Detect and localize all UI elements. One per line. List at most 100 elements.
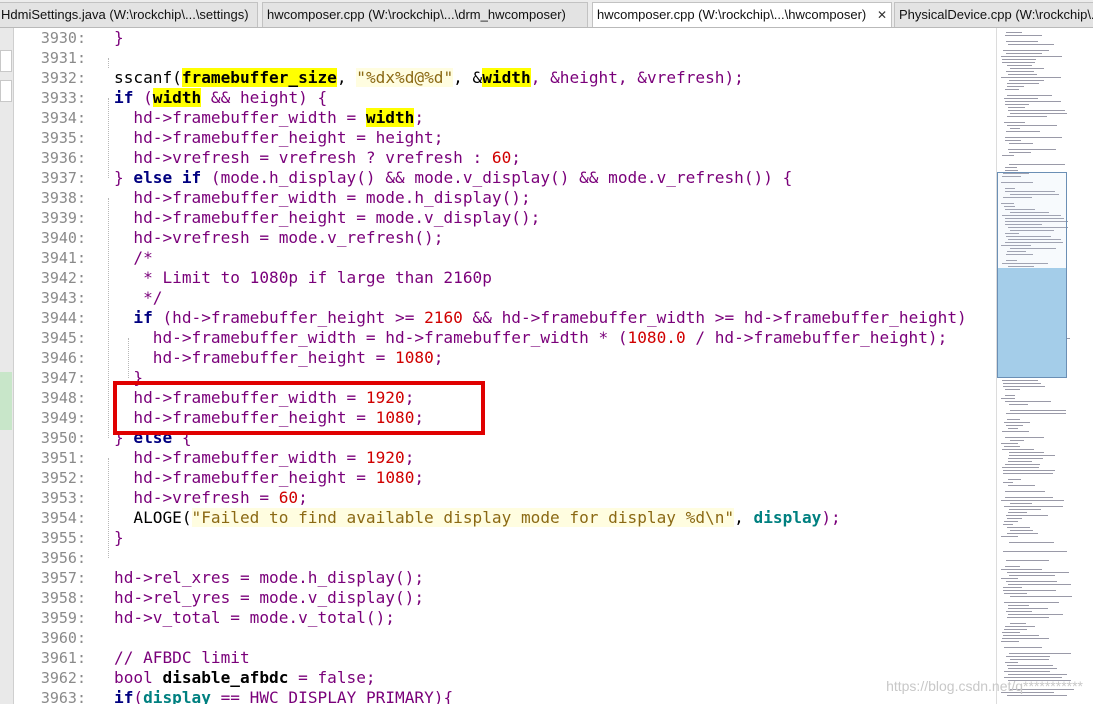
- minimap-line: [1010, 68, 1044, 69]
- code-token: == HWC_DISPLAY_PRIMARY){: [210, 688, 454, 704]
- code-token: hd->rel_yres = mode.v_display();: [114, 588, 425, 607]
- minimap-line: [1001, 500, 1064, 501]
- minimap-line: [1004, 521, 1018, 522]
- code-token: hd->rel_xres = mode.h_display();: [114, 568, 425, 587]
- minimap-line: [1008, 668, 1057, 669]
- minimap-line: [1004, 122, 1025, 123]
- code-token: 1080: [375, 468, 415, 487]
- close-icon[interactable]: ✕: [877, 3, 887, 27]
- minimap-line: [1010, 596, 1072, 597]
- minimap-line: [1005, 437, 1044, 438]
- minimap-line: [1006, 425, 1023, 426]
- minimap-line: [1009, 80, 1044, 81]
- minimap-line: [1005, 395, 1015, 396]
- minimap-line: [1008, 74, 1037, 75]
- minimap-viewport[interactable]: [997, 172, 1067, 378]
- minimap-line: [1008, 608, 1048, 609]
- line-number-gutter: 3930: 3931: 3932: 3933: 3934: 3935: 3936: 3937:…: [14, 28, 90, 707]
- code-token: ;: [433, 348, 444, 367]
- code-line: */: [114, 288, 162, 308]
- tab-physicaldevice-cpp[interactable]: PhysicalDevice.cpp (W:\rockchip\...: [894, 2, 1093, 27]
- minimap-line: [1009, 164, 1065, 165]
- left-margin-strip: [0, 28, 14, 704]
- minimap-line: [1007, 125, 1057, 126]
- line-number: 3943:: [40, 289, 86, 307]
- minimap-line: [1004, 602, 1059, 603]
- minimap-line: [1005, 497, 1053, 498]
- tab-hdmisettings-java[interactable]: HdmiSettings.java (W:\rockchip\...\setti…: [0, 2, 258, 27]
- code-token: "Failed to find available display mode f…: [191, 508, 735, 527]
- code-token: }: [114, 28, 124, 47]
- code-token: hd->framebuffer_width = hd->framebuffer_…: [114, 328, 628, 347]
- minimap-line: [1008, 107, 1025, 108]
- minimap-line: [1007, 83, 1039, 84]
- line-number: 3944:: [40, 309, 86, 327]
- minimap-line: [1004, 446, 1020, 447]
- code-token: 1920: [365, 448, 405, 467]
- code-token: hd->vrefresh =: [114, 488, 279, 507]
- minimap-line: [1007, 572, 1069, 573]
- code-line: sscanf(framebuffer_size, "%dx%d@%d", &wi…: [114, 68, 744, 88]
- margin-box: [0, 80, 12, 102]
- minimap-line: [1006, 515, 1048, 516]
- tab-label: HdmiSettings.java (W:\rockchip\...\setti…: [1, 7, 249, 22]
- code-editor[interactable]: } sscanf(framebuffer_size, "%dx%d@%d", &w…: [96, 28, 996, 704]
- minimap-line: [1008, 512, 1027, 513]
- line-number: 3949:: [40, 409, 86, 427]
- tab-hwcomposer-drm[interactable]: hwcomposer.cpp (W:\rockchip\...\drm_hwco…: [262, 2, 588, 27]
- code-token: , &: [453, 68, 483, 87]
- code-line: hd->framebuffer_width = 1920;: [114, 448, 414, 468]
- code-line: hd->rel_yres = mode.v_display();: [114, 588, 424, 608]
- minimap-line: [1005, 89, 1019, 90]
- code-token: 60: [278, 488, 299, 507]
- line-number: 3940:: [40, 229, 86, 247]
- minimap-line: [1004, 98, 1038, 99]
- line-number: 3937:: [40, 169, 86, 187]
- line-number: 3948:: [40, 389, 86, 407]
- minimap-line: [1002, 62, 1035, 63]
- minimap-line: [1005, 137, 1062, 138]
- code-token: 60: [491, 148, 512, 167]
- code-minimap[interactable]: [996, 28, 1093, 704]
- line-number: 3938:: [40, 189, 86, 207]
- minimap-line: [1009, 152, 1031, 153]
- code-token: }: [114, 168, 134, 187]
- code-token: "%dx%d@%d": [356, 68, 454, 87]
- minimap-line: [1007, 695, 1067, 696]
- code-line: hd->framebuffer_height = mode.v_display(…: [114, 208, 540, 228]
- minimap-line: [1003, 482, 1013, 483]
- code-token: else if: [133, 168, 202, 187]
- minimap-line: [1008, 479, 1021, 480]
- minimap-line: [1003, 473, 1053, 474]
- code-token: // AFBDC limit: [114, 648, 250, 667]
- line-number: 3934:: [40, 109, 86, 127]
- code-token: display: [753, 508, 822, 527]
- code-token: hd->framebuffer_width =: [114, 448, 366, 467]
- line-number: 3936:: [40, 149, 86, 167]
- line-number: 3958:: [40, 589, 86, 607]
- line-number: 3933:: [40, 89, 86, 107]
- minimap-line: [1007, 95, 1052, 96]
- minimap-line: [1008, 485, 1035, 486]
- line-number: 3950:: [40, 429, 86, 447]
- line-number: 3955:: [40, 529, 86, 547]
- code-token: width: [365, 108, 415, 127]
- minimap-line: [1001, 56, 1062, 57]
- minimap-line: [1005, 566, 1020, 567]
- code-token: ALOGE(: [114, 508, 192, 527]
- minimap-line: [1010, 440, 1024, 441]
- minimap-line: [1010, 659, 1049, 660]
- code-token: if: [114, 688, 134, 704]
- minimap-line: [1003, 590, 1056, 591]
- code-line: hd->framebuffer_width = width;: [114, 108, 424, 128]
- line-number: 3952:: [40, 469, 86, 487]
- code-line: hd->vrefresh = 60;: [114, 488, 307, 508]
- indent-guide: [108, 198, 109, 438]
- minimap-line: [1002, 155, 1014, 156]
- minimap-line: [1003, 635, 1039, 636]
- minimap-line: [1006, 656, 1050, 657]
- tab-hwcomposer-active[interactable]: hwcomposer.cpp (W:\rockchip\...\hwcompos…: [592, 2, 892, 27]
- minimap-line: [1008, 461, 1032, 462]
- code-token: if: [133, 308, 153, 327]
